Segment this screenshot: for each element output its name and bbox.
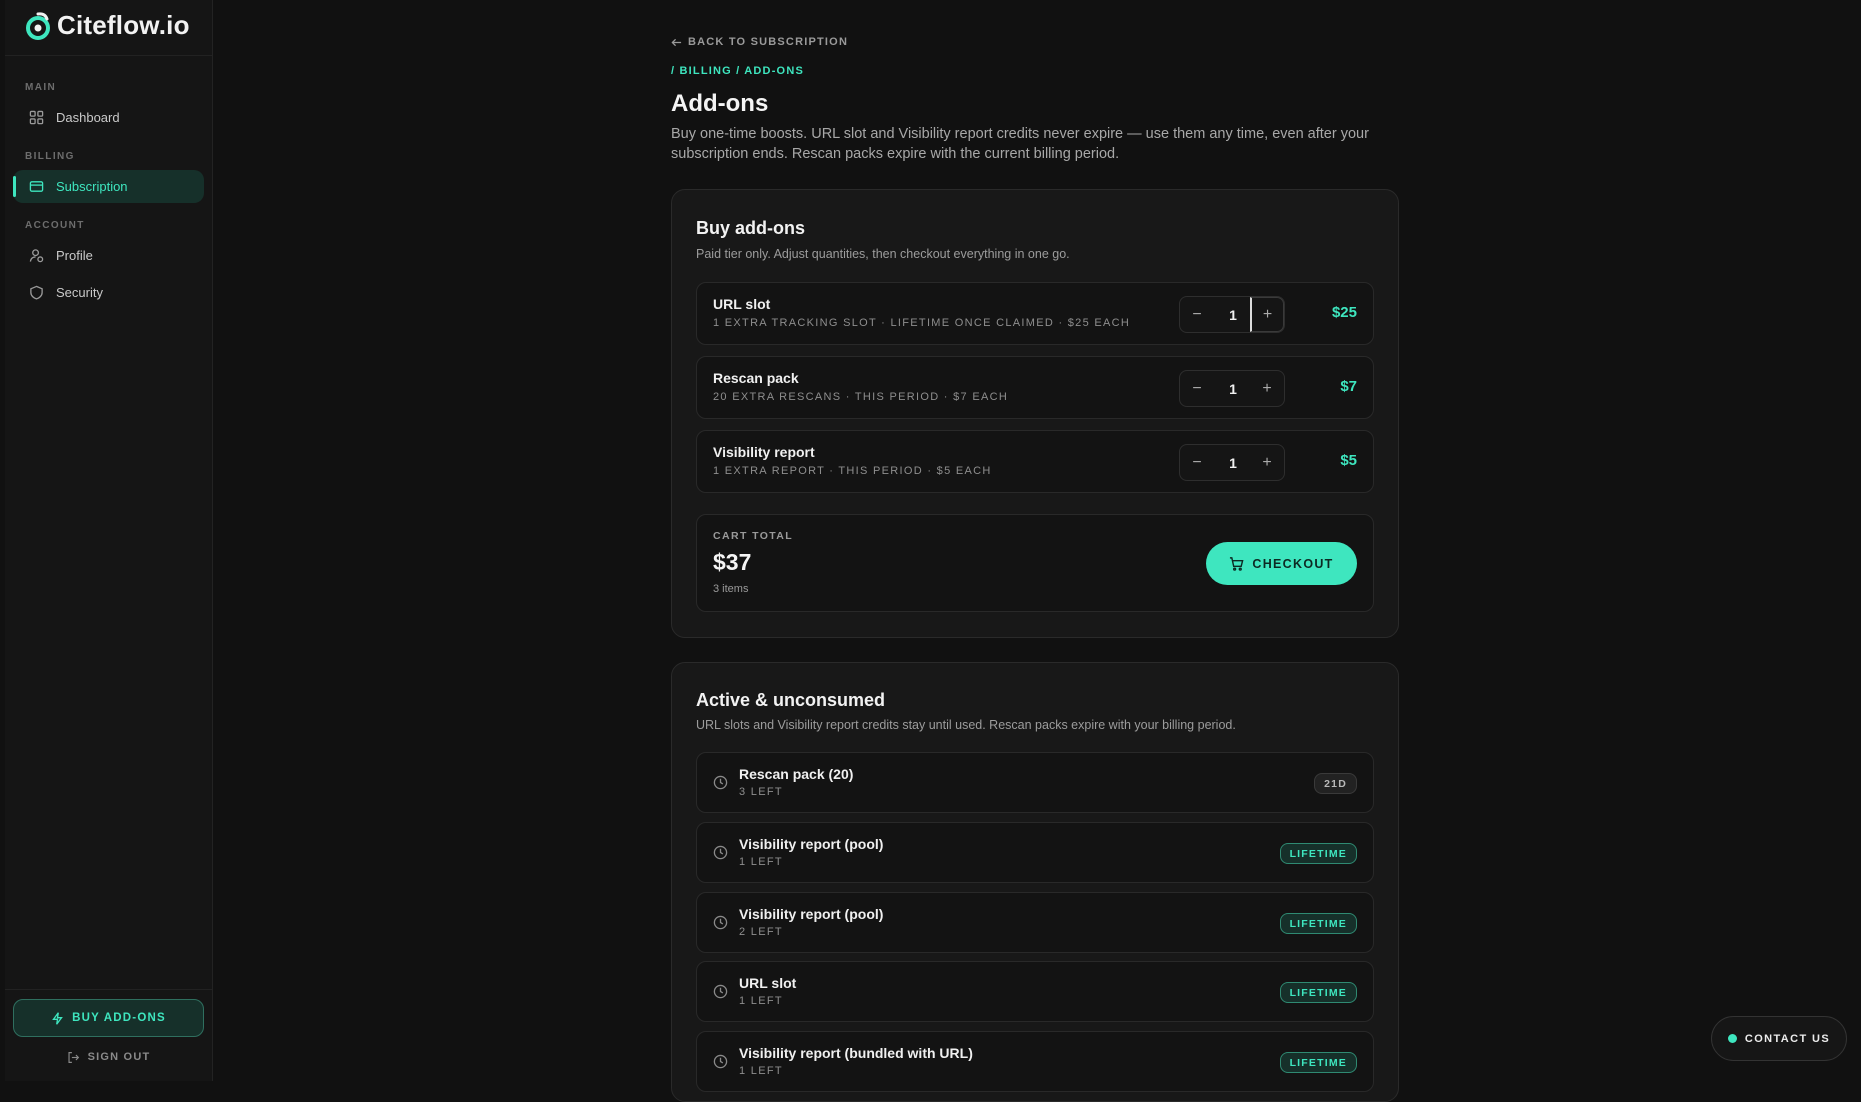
addon-row-visibility-report: Visibility report 1 EXTRA REPORT · THIS … xyxy=(696,430,1374,493)
clock-icon xyxy=(713,1054,728,1069)
active-addon-remaining: 3 LEFT xyxy=(739,786,783,798)
brand-logo[interactable]: Citeflow.io xyxy=(25,10,190,41)
sidebar-item-label: Dashboard xyxy=(56,110,120,125)
checkout-label: CHECKOUT xyxy=(1252,556,1334,571)
expiry-badge: 21D xyxy=(1314,773,1357,794)
quantity-value[interactable]: 1 xyxy=(1214,297,1252,332)
sidebar-item-profile[interactable]: Profile xyxy=(13,239,204,272)
sidebar-item-label: Profile xyxy=(56,248,93,263)
decrement-button[interactable]: − xyxy=(1180,445,1214,480)
card-title: Buy add-ons xyxy=(696,218,806,238)
sidebar-item-label: Security xyxy=(56,285,103,300)
addon-row-rescan-pack: Rescan pack 20 EXTRA RESCANS · THIS PERI… xyxy=(696,356,1374,419)
grid-icon xyxy=(29,110,44,125)
nav-section-main: MAIN xyxy=(25,82,57,93)
addon-price: $25 xyxy=(1331,304,1357,321)
clock-icon xyxy=(713,915,728,930)
sign-out-icon xyxy=(68,1051,79,1063)
quantity-stepper: − 1 + xyxy=(1179,444,1285,481)
active-addon-row: Visibility report (pool) 2 LEFT LIFETIME xyxy=(696,892,1374,953)
active-addon-name: Visibility report (bundled with URL) xyxy=(739,1045,973,1061)
card-subtitle: URL slots and Visibility report credits … xyxy=(696,718,1236,732)
increment-button[interactable]: + xyxy=(1250,445,1284,480)
active-addon-row: Visibility report (pool) 1 LEFT LIFETIME xyxy=(696,822,1374,883)
cart-summary: CART TOTAL $37 3 items CHECKOUT xyxy=(696,514,1374,612)
status-dot xyxy=(1727,1034,1737,1043)
active-addon-remaining: 1 LEFT xyxy=(739,1065,783,1077)
cart-icon xyxy=(1230,557,1244,571)
sidebar-item-subscription[interactable]: Subscription xyxy=(13,170,204,203)
quantity-value[interactable]: 1 xyxy=(1214,445,1252,480)
clock-icon xyxy=(713,775,728,790)
quantity-stepper: − 1 + xyxy=(1179,296,1285,333)
addon-name: Rescan pack xyxy=(713,370,799,386)
divider xyxy=(5,55,212,56)
shield-icon xyxy=(30,285,43,300)
sign-out-button[interactable]: SIGN OUT xyxy=(13,1047,204,1067)
page-description: Buy one-time boosts. URL slot and Visibi… xyxy=(671,126,1369,162)
active-addons-card: Active & unconsumed URL slots and Visibi… xyxy=(671,662,1399,1102)
sidebar: Citeflow.io MAIN Dashboard BILLING Subsc… xyxy=(5,0,213,1081)
citeflow-logo-icon xyxy=(26,11,50,40)
quantity-value[interactable]: 1 xyxy=(1214,371,1252,406)
decrement-button[interactable]: − xyxy=(1180,371,1214,406)
nav-section-billing: BILLING xyxy=(25,151,75,162)
clock-icon xyxy=(713,984,728,999)
addon-meta: 1 EXTRA REPORT · THIS PERIOD · $5 EACH xyxy=(713,465,992,477)
brand-name: Citeflow.io xyxy=(57,10,190,40)
active-addon-name: Rescan pack (20) xyxy=(739,766,854,782)
increment-button[interactable]: + xyxy=(1250,371,1284,406)
buy-addons-button[interactable]: BUY ADD-ONS xyxy=(13,999,204,1037)
checkout-button[interactable]: CHECKOUT xyxy=(1206,542,1357,585)
cart-total-label: CART TOTAL xyxy=(713,530,794,542)
clock-icon xyxy=(713,845,728,860)
active-addon-row: Visibility report (bundled with URL) 1 L… xyxy=(696,1031,1374,1092)
active-addon-row: URL slot 1 LEFT LIFETIME xyxy=(696,961,1374,1022)
quantity-stepper: − 1 + xyxy=(1179,370,1285,407)
back-link-label: BACK TO SUBSCRIPTION xyxy=(688,36,849,48)
arrow-left-icon xyxy=(671,38,682,46)
back-to-subscription-link[interactable]: BACK TO SUBSCRIPTION xyxy=(671,36,848,48)
addon-name: Visibility report xyxy=(713,444,815,460)
active-addon-row: Rescan pack (20) 3 LEFT 21D xyxy=(696,752,1374,813)
contact-us-button[interactable]: CONTACT US xyxy=(1711,1016,1847,1061)
credit-card-icon xyxy=(29,181,44,192)
user-icon xyxy=(29,249,44,263)
divider xyxy=(5,989,212,990)
card-title: Active & unconsumed xyxy=(696,690,886,710)
sidebar-item-label: Subscription xyxy=(56,179,128,194)
active-addon-remaining: 1 LEFT xyxy=(739,856,783,868)
cart-total-value: $37 xyxy=(713,549,752,575)
contact-us-label: CONTACT US xyxy=(1744,1032,1831,1045)
active-addon-remaining: 2 LEFT xyxy=(739,926,783,938)
page-title: Add-ons xyxy=(671,90,769,117)
buy-addons-card: Buy add-ons Paid tier only. Adjust quant… xyxy=(671,189,1399,638)
active-addon-name: Visibility report (pool) xyxy=(739,836,884,852)
lifetime-badge: LIFETIME xyxy=(1279,1052,1357,1073)
sidebar-item-dashboard[interactable]: Dashboard xyxy=(13,101,204,134)
active-addon-name: URL slot xyxy=(739,975,797,991)
addon-meta: 20 EXTRA RESCANS · THIS PERIOD · $7 EACH xyxy=(713,391,1009,403)
addon-meta: 1 EXTRA TRACKING SLOT · LIFETIME ONCE CL… xyxy=(713,317,1131,329)
addon-price: $7 xyxy=(1340,378,1357,395)
nav-section-account: ACCOUNT xyxy=(25,220,85,231)
addon-price: $5 xyxy=(1340,452,1357,469)
lifetime-badge: LIFETIME xyxy=(1279,913,1357,934)
lifetime-badge: LIFETIME xyxy=(1279,982,1357,1003)
active-addon-name: Visibility report (pool) xyxy=(739,906,884,922)
addon-name: URL slot xyxy=(713,296,771,312)
sign-out-label: SIGN OUT xyxy=(87,1051,151,1063)
lightning-icon xyxy=(52,1011,64,1025)
cart-item-count: 3 items xyxy=(713,583,749,595)
buy-addons-label: BUY ADD-ONS xyxy=(72,1012,166,1024)
sidebar-item-security[interactable]: Security xyxy=(13,276,204,309)
increment-button[interactable]: + xyxy=(1250,297,1284,332)
addon-row-url-slot: URL slot 1 EXTRA TRACKING SLOT · LIFETIM… xyxy=(696,282,1374,345)
lifetime-badge: LIFETIME xyxy=(1279,843,1357,864)
active-addon-remaining: 1 LEFT xyxy=(739,995,783,1007)
card-subtitle: Paid tier only. Adjust quantities, then … xyxy=(696,247,1070,261)
decrement-button[interactable]: − xyxy=(1180,297,1214,332)
breadcrumb: / BILLING / ADD-ONS xyxy=(671,65,804,77)
